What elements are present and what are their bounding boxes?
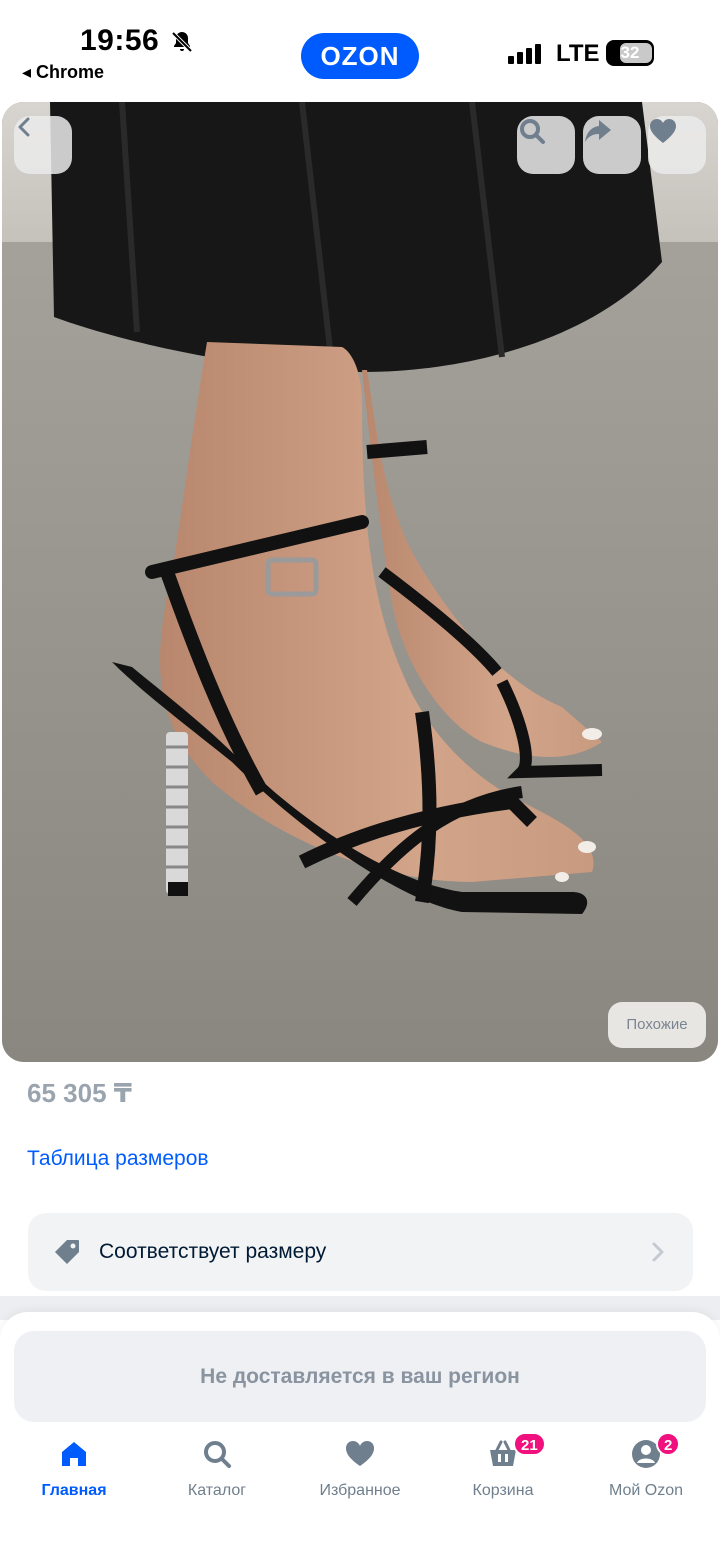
status-time: 19:56 xyxy=(80,24,160,57)
delivery-notice: Не доставляется в ваш регион xyxy=(14,1331,706,1422)
back-button[interactable] xyxy=(14,116,72,174)
tab-home[interactable]: Главная xyxy=(14,1430,134,1510)
size-fit-card[interactable]: Соответствует размеру xyxy=(28,1213,693,1291)
tab-catalog-label: Каталог xyxy=(187,1482,247,1499)
product-image xyxy=(2,102,718,1062)
tab-home-label: Главная xyxy=(41,1482,107,1499)
product-photo[interactable]: Похожие xyxy=(2,102,718,1062)
home-icon xyxy=(62,1442,86,1466)
chevron-left-icon xyxy=(18,117,30,137)
similar-button[interactable]: Похожие xyxy=(608,1002,706,1048)
tab-my-ozon[interactable]: 2 Мой Ozon xyxy=(586,1430,706,1510)
tag-icon xyxy=(55,1240,79,1264)
tab-cart-label: Корзина xyxy=(472,1482,534,1499)
cart-badge: 21 xyxy=(513,1432,546,1456)
share-icon xyxy=(585,120,611,142)
back-to-app-link[interactable]: ◂ Chrome xyxy=(22,62,104,83)
size-fit-label: Соответствует размеру xyxy=(99,1240,327,1263)
search-icon xyxy=(204,1441,231,1468)
tab-my-ozon-label: Мой Ozon xyxy=(608,1482,684,1499)
tab-favorites[interactable]: Избранное xyxy=(300,1430,420,1510)
heart-icon xyxy=(346,1441,374,1466)
search-button[interactable] xyxy=(517,116,575,174)
cellular-signal-icon xyxy=(508,44,541,64)
battery-icon: 32 xyxy=(606,40,654,66)
heart-icon xyxy=(650,119,676,143)
size-table-link[interactable]: Таблица размеров xyxy=(27,1147,209,1171)
share-button[interactable] xyxy=(583,116,641,174)
tab-favorites-label: Избранное xyxy=(319,1482,401,1499)
battery-level: 32 xyxy=(620,43,640,62)
profile-badge: 2 xyxy=(656,1432,681,1456)
tab-cart[interactable]: 21 Корзина xyxy=(443,1430,563,1510)
ozon-logo: OZON xyxy=(301,33,419,79)
network-type: LTE xyxy=(556,40,600,67)
search-icon xyxy=(520,119,545,144)
tab-catalog[interactable]: Каталог xyxy=(157,1430,277,1510)
favorite-button[interactable] xyxy=(648,116,706,174)
bottom-tab-bar: Главная Каталог Избранное 21 Корзина 2 М… xyxy=(0,1430,720,1510)
chevron-right-icon xyxy=(652,1242,664,1262)
muted-bell-icon xyxy=(171,31,193,53)
product-price: 65 305 ₸ xyxy=(27,1078,132,1108)
status-bar: 19:56 ◂ Chrome OZON LTE 32 xyxy=(0,0,720,100)
